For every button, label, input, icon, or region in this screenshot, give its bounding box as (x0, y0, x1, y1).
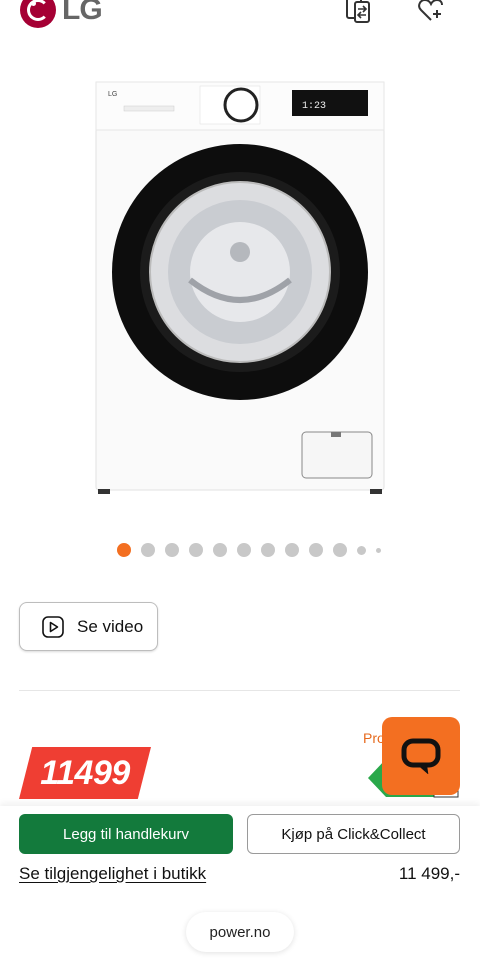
bottom-price: 11 499,- (398, 864, 460, 883)
video-button-label: Se video (77, 616, 144, 636)
price-value: 11499 (40, 754, 130, 792)
divider (19, 690, 460, 691)
lg-logo[interactable]: LG (20, 0, 103, 28)
gallery-dot[interactable] (140, 543, 155, 557)
brand-name: LG (62, 0, 103, 26)
compare-icon[interactable] (344, 0, 374, 26)
gallery-dot[interactable] (260, 543, 275, 557)
lg-logo-mark (20, 0, 56, 28)
heart-plus-icon[interactable] (416, 0, 446, 26)
gallery-dot[interactable] (284, 543, 299, 557)
chat-icon (401, 738, 441, 774)
product-image[interactable]: LG 1:23 (94, 80, 386, 498)
chat-button[interactable] (382, 717, 460, 795)
add-to-cart-button[interactable]: Legg til handlekurv (19, 814, 233, 854)
svg-text:LG: LG (108, 91, 117, 98)
gallery-dot[interactable] (375, 547, 381, 553)
gallery-dot[interactable] (164, 543, 179, 557)
gallery-pagination (0, 543, 480, 557)
video-button[interactable]: Se video (19, 602, 158, 651)
top-bar: LG (0, 0, 480, 40)
gallery-dot-active[interactable] (116, 543, 131, 557)
gallery-dot[interactable] (332, 543, 347, 557)
click-collect-button[interactable]: Kjøp på Click&Collect (247, 814, 460, 854)
gallery-dot[interactable] (308, 543, 323, 557)
gallery-dot[interactable] (188, 543, 203, 557)
price-tag: 11499 (19, 747, 151, 799)
svg-text:1:23: 1:23 (302, 101, 326, 112)
gallery-dot[interactable] (356, 545, 366, 555)
site-url-pill[interactable]: power.no (186, 912, 294, 952)
gallery-dot[interactable] (236, 543, 251, 557)
gallery-dot[interactable] (212, 543, 227, 557)
play-icon (42, 615, 64, 638)
bottom-action-bar: Legg til handlekurv Kjøp på Click&Collec… (0, 806, 480, 969)
store-availability-link[interactable]: Se tilgjengelighet i butikk (19, 864, 206, 884)
